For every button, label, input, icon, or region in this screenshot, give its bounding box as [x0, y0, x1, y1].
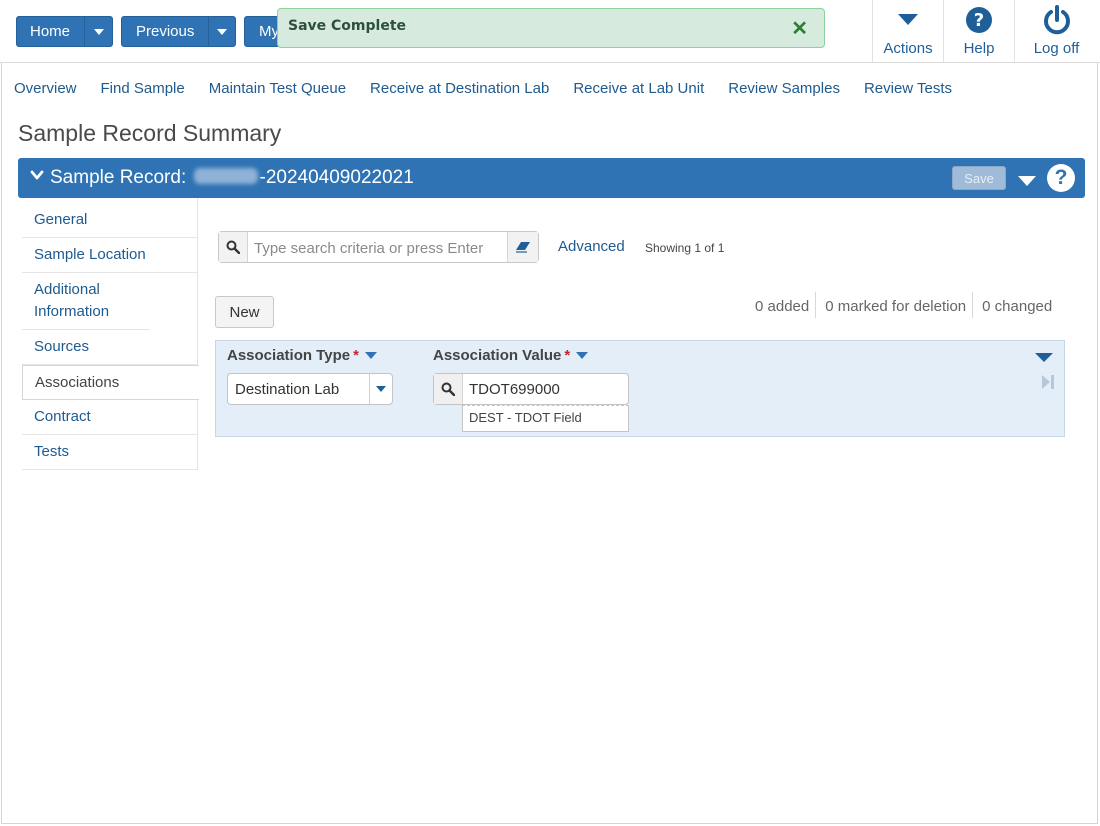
- panel-options-icon[interactable]: [1018, 174, 1036, 192]
- top-icon-group: Actions ? Help Log off: [872, 0, 1098, 62]
- sidebar-item-additional-information[interactable]: Additional Information: [22, 273, 150, 330]
- new-row-button[interactable]: New: [215, 296, 274, 328]
- logoff-label: Log off: [1033, 40, 1080, 57]
- sample-record-panel-header: Sample Record: -20240409022021 Save ?: [18, 158, 1085, 198]
- association-type-label: Association Type: [227, 347, 351, 364]
- caret-down-icon: [898, 5, 918, 35]
- association-row: Association Type * Association Value * D…: [215, 340, 1065, 437]
- close-icon[interactable]: ✕: [791, 16, 808, 41]
- nav-link-receive-lab-unit[interactable]: Receive at Lab Unit: [573, 80, 704, 97]
- page-title: Sample Record Summary: [18, 120, 282, 146]
- nav-link-review-samples[interactable]: Review Samples: [728, 80, 840, 97]
- association-value-header: Association Value *: [433, 347, 589, 364]
- search-icon[interactable]: [434, 374, 463, 404]
- power-icon: [1043, 5, 1071, 35]
- nav-link-maintain-test-queue[interactable]: Maintain Test Queue: [209, 80, 346, 97]
- change-counters: 0 added 0 marked for deletion 0 changed: [746, 292, 1058, 318]
- help-menu[interactable]: ? Help: [943, 0, 1014, 62]
- search-icon[interactable]: [219, 232, 248, 262]
- home-button[interactable]: Home: [16, 16, 113, 47]
- sort-caret-icon[interactable]: [576, 352, 589, 359]
- home-dropdown-caret[interactable]: [84, 17, 112, 46]
- eraser-icon[interactable]: [507, 232, 538, 262]
- association-value-text: TDOT699000: [469, 381, 560, 398]
- svg-text:?: ?: [974, 10, 984, 31]
- panel-title: Sample Record: -20240409022021: [50, 167, 414, 189]
- toast-message: Save Complete: [288, 18, 407, 34]
- module-nav: Overview Find Sample Maintain Test Queue…: [14, 80, 976, 97]
- added-count: 0 added: [755, 297, 810, 315]
- actions-label: Actions: [883, 40, 933, 57]
- save-complete-toast: Save Complete ✕: [277, 8, 825, 48]
- nav-link-overview[interactable]: Overview: [14, 80, 77, 97]
- home-button-label: Home: [30, 23, 71, 40]
- nav-link-find-sample[interactable]: Find Sample: [101, 80, 185, 97]
- chevron-down-icon[interactable]: [369, 374, 392, 404]
- association-type-select[interactable]: Destination Lab: [227, 373, 393, 405]
- panel-help-icon[interactable]: ?: [1047, 164, 1075, 192]
- row-next-icon[interactable]: [1042, 375, 1054, 394]
- deleted-count: 0 marked for deletion: [815, 292, 972, 318]
- record-sidebar: General Sample Location Additional Infor…: [22, 203, 199, 470]
- sidebar-item-contract[interactable]: Contract: [22, 400, 198, 435]
- sidebar-item-general[interactable]: General: [22, 203, 198, 238]
- advanced-search-link[interactable]: Advanced: [558, 238, 625, 255]
- previous-dropdown-caret[interactable]: [208, 17, 235, 46]
- association-value-description: DEST - TDOT Field: [462, 405, 629, 432]
- nav-link-review-tests[interactable]: Review Tests: [864, 80, 952, 97]
- required-marker: *: [353, 347, 359, 364]
- actions-menu[interactable]: Actions: [872, 0, 943, 62]
- help-label: Help: [963, 40, 995, 57]
- required-marker: *: [564, 347, 571, 364]
- search-input[interactable]: [252, 237, 506, 259]
- nav-link-receive-destination-lab[interactable]: Receive at Destination Lab: [370, 80, 549, 97]
- collapse-chevron-icon[interactable]: [30, 168, 44, 187]
- association-type-value: Destination Lab: [235, 381, 340, 398]
- association-value-lookup[interactable]: TDOT699000: [433, 373, 629, 405]
- changed-count: 0 changed: [972, 292, 1058, 318]
- sidebar-item-sample-location[interactable]: Sample Location: [22, 238, 198, 273]
- previous-button[interactable]: Previous: [121, 16, 236, 47]
- panel-title-prefix: Sample Record:: [50, 167, 187, 188]
- chevron-down-icon: [93, 28, 104, 35]
- sort-caret-icon[interactable]: [364, 352, 377, 359]
- association-type-header: Association Type *: [227, 347, 377, 364]
- association-value-label: Association Value: [433, 347, 562, 364]
- my-button-label: My: [259, 23, 279, 40]
- redacted-id: [193, 168, 258, 185]
- sidebar-item-tests[interactable]: Tests: [22, 435, 198, 470]
- question-circle-icon: ?: [965, 5, 993, 35]
- panel-title-suffix: -20240409022021: [259, 167, 414, 188]
- sidebar-item-associations[interactable]: Associations: [22, 365, 199, 400]
- grid-search: [218, 231, 539, 263]
- sidebar-item-sources[interactable]: Sources: [22, 330, 198, 365]
- row-menu-caret-icon[interactable]: [1035, 353, 1053, 362]
- previous-button-label: Previous: [136, 23, 195, 40]
- save-button[interactable]: Save: [952, 166, 1006, 190]
- logoff-menu[interactable]: Log off: [1014, 0, 1098, 62]
- showing-count: Showing 1 of 1: [645, 241, 725, 255]
- chevron-down-icon: [217, 28, 228, 35]
- top-bar: Home Previous My Save Complete ✕ Actions…: [0, 0, 1100, 63]
